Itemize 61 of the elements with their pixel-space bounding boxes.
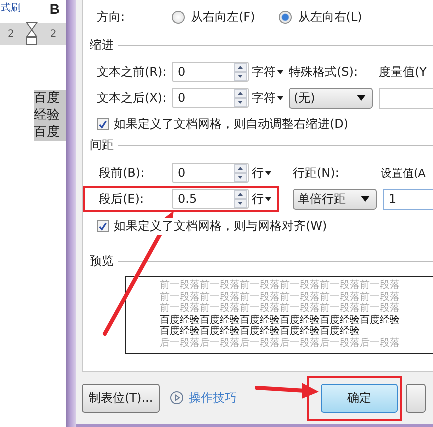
spinner-icon[interactable] xyxy=(234,63,247,81)
field-label: 设置值(A xyxy=(381,166,426,180)
caret-icon[interactable] xyxy=(277,96,284,100)
field-label: 段前(B): xyxy=(99,164,146,182)
section-title: 缩进 xyxy=(90,36,114,54)
radio-button[interactable] xyxy=(279,10,292,24)
caret-icon[interactable] xyxy=(277,70,284,74)
caret-icon[interactable] xyxy=(265,170,272,176)
spinner-icon[interactable] xyxy=(234,89,247,107)
caret-icon[interactable] xyxy=(357,95,366,101)
preview-text: 百度经验百度经验百度经验百度经验百度经验百度经验 xyxy=(160,314,401,326)
ok-button[interactable]: 确定 xyxy=(321,384,398,412)
field-label: 文本之前(R): xyxy=(97,64,168,80)
field-label: 特殊格式(S): xyxy=(289,64,360,80)
spin-field[interactable]: 0 xyxy=(172,163,249,183)
field-label: 段后(E): xyxy=(99,190,145,208)
unit-dropdown[interactable]: 行 xyxy=(249,164,289,182)
checkbox[interactable] xyxy=(97,118,109,130)
document-text: 百度 xyxy=(34,90,66,107)
caret-icon[interactable] xyxy=(265,196,272,202)
checkbox-label[interactable]: 如果定义了文档网格，则自动调整右缩进(D) xyxy=(114,116,349,132)
special-format-dropdown[interactable]: (无) xyxy=(289,88,373,108)
indent-marker-icon[interactable] xyxy=(26,22,38,46)
checkbox-label[interactable]: 如果定义了文档网格，则与网格对齐(W) xyxy=(114,218,328,234)
tips-link[interactable]: 操作技巧 xyxy=(189,390,238,406)
play-icon[interactable] xyxy=(170,391,184,405)
field-label: 文本之后(X): xyxy=(97,90,168,106)
tabs-button[interactable]: 制表位(T)... xyxy=(82,384,160,412)
preview-text: 前一段落前一段落前一段落前一段落前一段落前一段落 xyxy=(160,303,401,314)
spinner-icon[interactable] xyxy=(234,164,247,182)
unit-dropdown[interactable]: 行 xyxy=(249,190,289,208)
set-value-field[interactable]: 1 xyxy=(383,188,433,210)
line-spacing-dropdown[interactable]: 单倍行距 xyxy=(293,188,377,210)
dialog-button[interactable] xyxy=(406,384,426,412)
spin-field[interactable]: 0 xyxy=(172,62,249,82)
preview-text: 前一段落前一段落前一段落前一段落前一段落前一段落 xyxy=(160,292,401,302)
spin-field[interactable]: 0 xyxy=(172,88,249,108)
radio-button[interactable] xyxy=(172,10,185,24)
amount-field[interactable] xyxy=(379,88,433,108)
document-text: 经验 xyxy=(34,107,66,124)
section-title: 预览 xyxy=(90,252,114,270)
ruler-number: 2 xyxy=(8,28,14,40)
preview-text: 后一段落后一段落后一段落后一段落后一段落后一段落 xyxy=(160,338,401,349)
document-text: 百度 xyxy=(34,124,66,141)
caret-icon[interactable] xyxy=(361,196,370,202)
direction-label: 方向: xyxy=(97,8,126,26)
spin-field[interactable]: 0.5 xyxy=(172,189,249,209)
bold-button[interactable]: B xyxy=(50,1,60,17)
preview-text: 百度经验百度经验百度经验百度经验百度经验 xyxy=(160,326,361,338)
field-label: 行距(N): xyxy=(293,164,340,182)
field-label: 度量值(Y xyxy=(379,64,428,80)
preview-text: 前一段落前一段落前一段落前一段落前一段落前一段落 xyxy=(160,280,401,292)
section-title: 间距 xyxy=(90,136,114,154)
unit-dropdown[interactable]: 字符 xyxy=(249,64,289,80)
ruler-number: 2 xyxy=(50,28,57,40)
checkbox[interactable] xyxy=(97,220,109,232)
unit-dropdown[interactable]: 字符 xyxy=(249,90,289,106)
spinner-icon[interactable] xyxy=(234,190,247,208)
radio-label[interactable]: 从左向右(L) xyxy=(298,8,362,26)
radio-label[interactable]: 从右向左(F) xyxy=(191,8,256,26)
ribbon-label[interactable]: 式刷 xyxy=(1,1,21,15)
